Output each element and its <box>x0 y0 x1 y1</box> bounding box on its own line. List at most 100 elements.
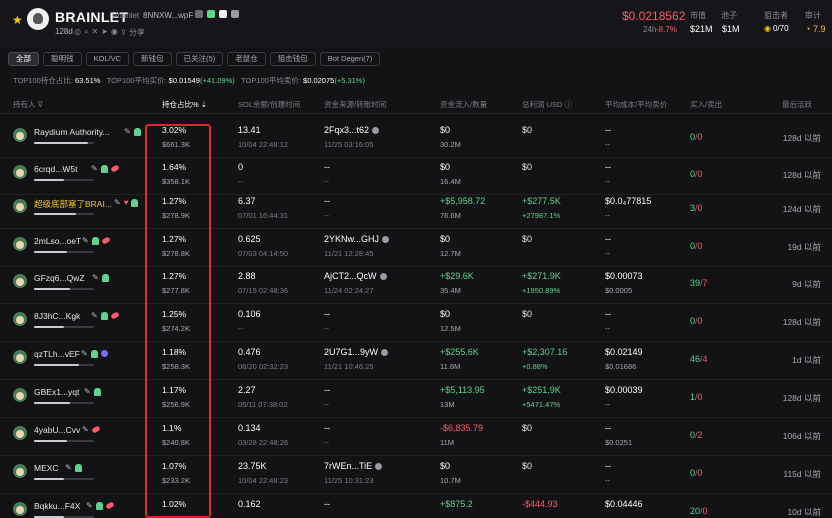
tab-bot-degen[interactable]: Bot Degen(7) <box>319 52 381 66</box>
edit-icon[interactable]: ✎ <box>82 236 89 245</box>
sol-balance: 0 <box>238 162 244 172</box>
col-pct[interactable]: 持仓占比% ⇣ <box>162 99 207 110</box>
edit-icon[interactable]: ✎ <box>86 501 93 510</box>
tab-all[interactable]: 全部 <box>8 52 39 66</box>
token-price: $0.0218562 <box>622 9 686 23</box>
tab-snipers[interactable]: 狙击钱包 <box>269 52 316 66</box>
table-row[interactable]: GFzq6...QwZ ✎ 1.27% $277.8K 2.88 07/15 02:48:… <box>0 266 832 304</box>
created-time: 07/03 04:14:50 <box>238 249 289 258</box>
holder-avatar[interactable] <box>13 237 27 251</box>
holder-name[interactable]: MEXC <box>34 463 59 473</box>
token-avatar <box>27 8 49 30</box>
edit-icon[interactable]: ✎ <box>91 311 98 320</box>
user-icon <box>100 165 108 173</box>
col-pnl[interactable]: 总利润 USD ⓘ <box>522 99 572 110</box>
chart-icon[interactable]: ◉ <box>111 27 118 37</box>
holder-avatar[interactable] <box>13 274 27 288</box>
table-row[interactable]: qzTLh...vEF ✎ 1.18% $258.3K 0.476 08/20 02:32… <box>0 342 832 380</box>
tab-followed[interactable]: 已关注(5) <box>175 52 224 66</box>
table-row[interactable]: Raydium Authority... ✎ 3.02% $661.3K 13.41 10… <box>0 120 832 158</box>
holder-name[interactable]: 2mLso...oeT <box>34 236 81 246</box>
table-row[interactable]: 4yabU...Cvv ✎ 1.1% $240.8K 0.134 03/28 22:48:… <box>0 418 832 456</box>
holder-name[interactable]: 6crqd...W5t <box>34 164 77 174</box>
funding-source[interactable]: 7rWEn...TiE <box>324 461 383 471</box>
holder-name[interactable]: GFzq6...QwZ <box>34 273 85 283</box>
holder-avatar[interactable] <box>13 165 27 179</box>
funding-source[interactable]: 2Fqx3...t62 <box>324 125 380 135</box>
holder-avatar[interactable] <box>13 388 27 402</box>
holder-name[interactable]: Raydium Authority... <box>34 127 109 137</box>
favorite-star-icon[interactable]: ★ <box>12 13 23 27</box>
telegram-icon[interactable]: ➤ <box>101 27 108 37</box>
copy-icon[interactable] <box>195 10 203 18</box>
col-holder[interactable]: 持有人 ⊽ <box>13 99 43 110</box>
edit-icon[interactable]: ✎ <box>91 164 98 173</box>
col-tx[interactable]: 买入/卖出 <box>690 99 722 110</box>
col-cost[interactable]: 平均成本/平均卖价 <box>605 99 667 110</box>
inflow-value: +$5,958.72 <box>440 196 486 206</box>
buy-sell-count: 0/2 <box>690 430 703 440</box>
funding-source[interactable]: -- <box>324 423 330 433</box>
inflow-value: $0 <box>440 309 451 319</box>
hold-value: $258.3K <box>162 362 190 371</box>
heart-icon: ♥ <box>123 198 129 207</box>
holder-avatar[interactable] <box>13 199 27 213</box>
table-row[interactable]: GBEx1...yqt ✎ 1.17% $256.9K 2.27 05/11 07:38:… <box>0 380 832 418</box>
edit-icon[interactable]: ✎ <box>65 463 72 472</box>
total-profit: $0 <box>522 162 533 172</box>
website-icon[interactable]: ◎ <box>74 27 81 37</box>
col-last-active[interactable]: 最后活跃 <box>782 99 812 110</box>
funding-source[interactable]: 2U7G1...9yW <box>324 347 389 357</box>
funding-source[interactable]: -- <box>324 499 330 509</box>
col-flow[interactable]: 资金流入/数量 <box>440 99 487 110</box>
exchange-icon <box>382 236 390 243</box>
total-profit: $0 <box>522 234 533 244</box>
edit-icon[interactable]: ✎ <box>84 387 91 396</box>
funding-source[interactable]: -- <box>324 309 330 319</box>
table-row[interactable]: Bqkku...F4X ✎ 1.02% 0.162 -- +$875.2 -$444.93 $… <box>0 494 832 518</box>
holder-name[interactable]: 4yabU...Cvv <box>34 425 80 435</box>
holder-name[interactable]: Bqkku...F4X <box>34 501 80 511</box>
tab-new-wallet[interactable]: 新钱包 <box>133 52 172 66</box>
edit-icon[interactable]: ✎ <box>114 198 121 207</box>
table-row[interactable]: 2mLso...oeT ✎ 1.27% $278.8K 0.625 07/03 04:14… <box>0 229 832 267</box>
table-row[interactable]: 8J3hC...Kgk ✎ 1.25% $274.2K 0.106 -- -- -- $0 12.… <box>0 304 832 342</box>
inflow-value: $0 <box>440 125 451 135</box>
search-icon[interactable]: ⌕ <box>84 27 88 37</box>
share-button[interactable]: ⇪ 分享 <box>120 27 145 38</box>
pill-icon <box>90 425 101 434</box>
edit-icon[interactable]: ✎ <box>81 349 88 358</box>
holder-name[interactable]: 超级底部塞了BRAI... <box>34 198 112 210</box>
holder-avatar[interactable] <box>13 464 27 478</box>
funding-source[interactable]: 2YKNw...GHJ <box>324 234 390 244</box>
table-row[interactable]: 超级底部塞了BRAI... ✎ ♥ 1.27% $278.9K 6.37 07/01 16:… <box>0 191 832 229</box>
inflow-amount: 12.5M <box>440 324 461 333</box>
tab-insiders[interactable]: 老鼠仓 <box>227 52 266 66</box>
holder-name[interactable]: GBEx1...yqt <box>34 387 79 397</box>
holder-avatar[interactable] <box>13 312 27 326</box>
holder-avatar[interactable] <box>13 502 27 516</box>
edit-icon[interactable]: ✎ <box>92 273 99 282</box>
col-sol[interactable]: SOL余额/创建时间 <box>238 99 300 110</box>
table-row[interactable]: MEXC ✎ 1.07% $233.2K 23.75K 10/04 22:48:23 7rW… <box>0 456 832 494</box>
col-source[interactable]: 资金来源/转账时间 <box>324 99 386 110</box>
settings-icon[interactable] <box>231 10 239 18</box>
funding-source[interactable]: -- <box>324 385 330 395</box>
holder-avatar[interactable] <box>13 350 27 364</box>
edit-icon[interactable]: ✎ <box>82 425 89 434</box>
table-row[interactable]: 6crqd...W5t ✎ 1.64% $358.1K 0 -- -- -- $0 16.4M $0… <box>0 157 832 195</box>
holder-name[interactable]: 8J3hC...Kgk <box>34 311 80 321</box>
tab-smart-money[interactable]: 聪明钱 <box>43 52 82 66</box>
holder-avatar[interactable] <box>13 426 27 440</box>
tab-kol-vc[interactable]: KOL/VC <box>85 52 130 66</box>
funding-source[interactable]: AjCT2...QcW <box>324 271 387 281</box>
funding-source[interactable]: -- <box>324 196 330 206</box>
sol-balance: 0.134 <box>238 423 261 433</box>
holder-name[interactable]: qzTLh...vEF <box>34 349 80 359</box>
x-twitter-icon[interactable]: ✕ <box>91 27 98 37</box>
filter-icon[interactable]: ⊽ <box>38 100 44 109</box>
contract-address[interactable]: 8NNXW...wpF <box>143 11 193 20</box>
funding-source[interactable]: -- <box>324 162 330 172</box>
holder-avatar[interactable] <box>13 128 27 142</box>
edit-icon[interactable]: ✎ <box>124 127 131 136</box>
